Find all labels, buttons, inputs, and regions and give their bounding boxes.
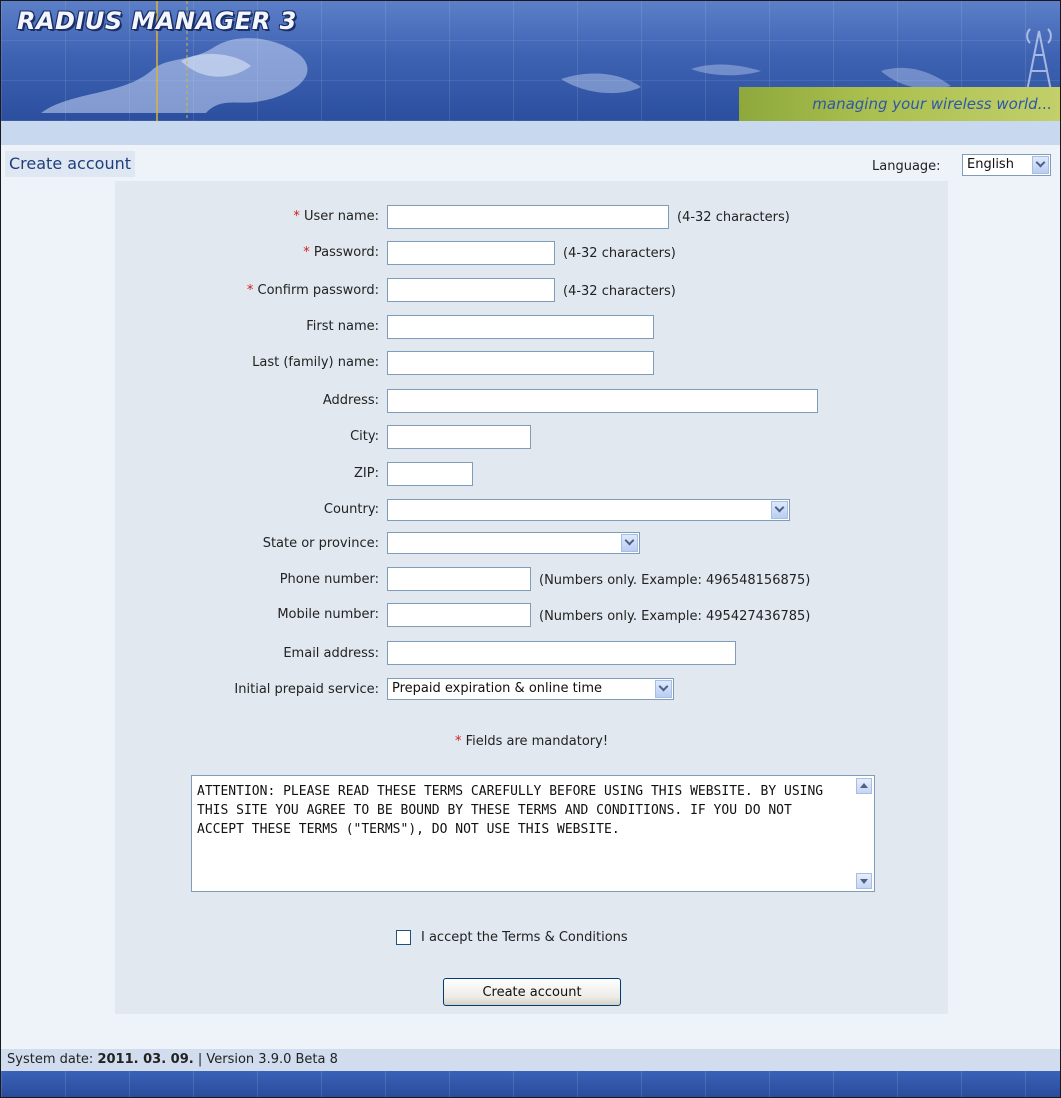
last-name-label: Last (family) name: [252, 355, 379, 370]
mobile-input[interactable] [387, 603, 531, 627]
country-label: Country: [323, 502, 379, 517]
required-marker: * [293, 209, 300, 224]
footer-separator: | [197, 1052, 203, 1067]
city-input[interactable] [387, 425, 531, 449]
phone-label: Phone number: [279, 572, 379, 587]
scroll-up-icon[interactable] [856, 778, 872, 794]
footer-band [1, 1071, 1060, 1097]
app-frame: RADIUS MANAGER 3 managing your wireless … [0, 0, 1061, 1098]
language-label: Language: [872, 159, 941, 174]
address-label: Address: [322, 393, 379, 408]
last-name-input[interactable] [387, 351, 654, 375]
zip-label: ZIP: [354, 466, 379, 481]
required-marker: * [246, 283, 254, 298]
email-input[interactable] [387, 641, 736, 665]
language-value: English [967, 157, 1014, 172]
required-marker: * [303, 245, 310, 260]
required-marker: * [454, 734, 462, 749]
phone-input[interactable] [387, 567, 531, 591]
mobile-label: Mobile number: [277, 607, 379, 622]
create-account-button[interactable]: Create account [443, 978, 621, 1006]
first-name-input[interactable] [387, 315, 654, 339]
app-logo: RADIUS MANAGER 3 [17, 7, 297, 35]
password-input[interactable] [387, 241, 555, 265]
language-select[interactable]: English [962, 154, 1051, 176]
system-date-value: 2011. 03. 09. [97, 1052, 194, 1067]
chevron-down-icon[interactable] [621, 534, 638, 552]
header-banner: RADIUS MANAGER 3 managing your wireless … [1, 1, 1060, 121]
page-title: Create account [5, 151, 135, 177]
city-label: City: [350, 429, 379, 444]
system-date-label: System date: [7, 1052, 94, 1067]
terms-text: ATTENTION: PLEASE READ THESE TERMS CAREF… [197, 784, 824, 837]
username-label: * User name: [115, 206, 379, 228]
address-input[interactable] [387, 389, 818, 413]
service-value: Prepaid expiration & online time [392, 681, 602, 696]
state-select[interactable] [387, 532, 640, 554]
registration-form: * User name: (4-32 characters) * Passwor… [115, 181, 948, 1014]
username-label-text: User name: [303, 209, 379, 224]
accept-terms-label[interactable]: I accept the Terms & Conditions [421, 927, 628, 949]
terms-textarea[interactable]: ATTENTION: PLEASE READ THESE TERMS CAREF… [191, 775, 875, 892]
chevron-down-icon[interactable] [655, 680, 672, 698]
state-label: State or province: [262, 536, 379, 551]
username-input[interactable] [387, 205, 669, 229]
chevron-down-icon[interactable] [1032, 156, 1049, 174]
country-select[interactable] [387, 499, 790, 521]
chevron-down-icon[interactable] [771, 501, 788, 519]
password-label-text: Password: [313, 245, 379, 260]
mobile-hint: (Numbers only. Example: 495427436785) [539, 609, 811, 624]
email-label: Email address: [283, 646, 379, 661]
phone-hint: (Numbers only. Example: 496548156875) [539, 573, 811, 588]
scroll-down-icon[interactable] [856, 873, 872, 889]
tagline-box: managing your wireless world... [739, 87, 1060, 121]
footer-grid [1, 1071, 1060, 1097]
username-hint: (4-32 characters) [677, 210, 790, 225]
tagline: managing your wireless world... [812, 95, 1052, 113]
confirm-password-label: * Confirm password: [115, 280, 379, 302]
password-hint: (4-32 characters) [563, 246, 676, 261]
sub-bar [1, 121, 1060, 145]
mandatory-note-text: Fields are mandatory! [465, 734, 609, 749]
service-select[interactable]: Prepaid expiration & online time [387, 678, 674, 700]
antenna-icon [1026, 28, 1052, 92]
password-label: * Password: [115, 242, 379, 264]
confirm-password-hint: (4-32 characters) [563, 284, 676, 299]
first-name-label: First name: [306, 319, 379, 334]
status-footer: System date: 2011. 03. 09. | Version 3.9… [1, 1049, 1060, 1071]
confirm-password-input[interactable] [387, 278, 555, 302]
accept-terms-checkbox[interactable] [396, 930, 411, 945]
version-text: Version 3.9.0 Beta 8 [206, 1052, 338, 1067]
service-label: Initial prepaid service: [234, 682, 379, 697]
zip-input[interactable] [387, 462, 473, 486]
mandatory-note: * Fields are mandatory! [115, 734, 948, 749]
confirm-password-label-text: Confirm password: [257, 283, 379, 298]
